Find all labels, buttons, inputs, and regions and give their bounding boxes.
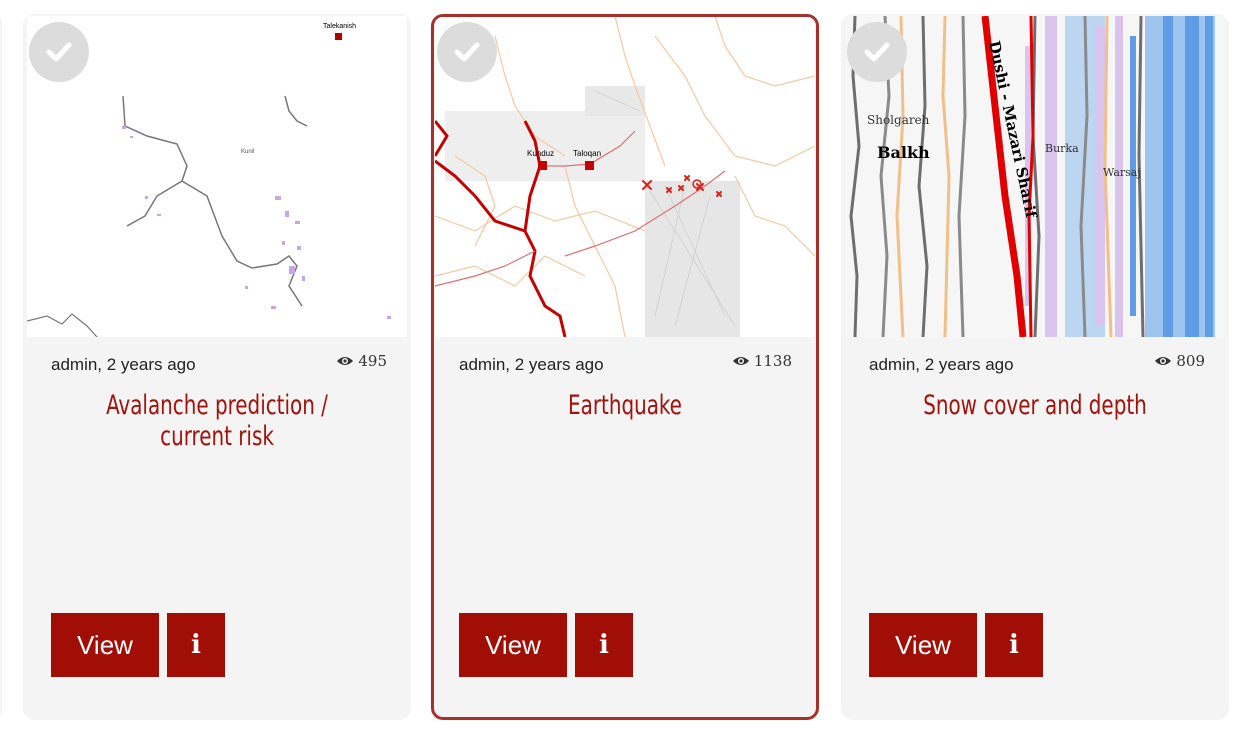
card-title[interactable]: Avalanche prediction / current risk <box>74 390 359 452</box>
author-time: admin, 2 years ago <box>459 355 604 374</box>
map-card-earthquake[interactable]: Kunduz Taloqan admin, 2 years ago 1138 E… <box>431 14 819 720</box>
eye-icon <box>337 357 354 365</box>
card-title-line: Earthquake <box>568 390 682 421</box>
view-count-value: 809 <box>1176 352 1205 370</box>
view-count-value: 495 <box>358 352 387 370</box>
view-button[interactable]: View <box>51 613 159 677</box>
map-label-1: Sholgareh <box>867 113 930 127</box>
card-meta: admin, 2 years ago 495 <box>51 352 387 377</box>
view-button[interactable]: View <box>869 613 977 677</box>
map-card-avalanche[interactable]: Talekanish Kunil admin, 2 years ago 495 … <box>23 14 411 720</box>
map-label-2: Balkh <box>877 143 930 162</box>
map-card-snow-cover[interactable]: Sholgareh Balkh Burka Warsaj Dushi - Maz… <box>841 14 1229 720</box>
check-icon <box>454 42 480 62</box>
map-label-city1: Kunduz <box>527 149 554 158</box>
author-time: admin, 2 years ago <box>869 355 1014 374</box>
view-count: 495 <box>336 352 387 370</box>
select-toggle[interactable] <box>437 22 497 82</box>
info-button[interactable]: i <box>167 613 225 677</box>
view-count-value: 1138 <box>753 352 792 370</box>
view-count: 809 <box>1154 352 1205 370</box>
author-time: admin, 2 years ago <box>51 355 196 374</box>
eye-icon <box>732 357 749 365</box>
card-meta: admin, 2 years ago 1138 <box>459 352 792 377</box>
map-label-city: Talekanish <box>323 23 356 30</box>
eye-icon <box>1155 357 1172 365</box>
map-label-city2: Taloqan <box>573 149 601 158</box>
previous-card-edge <box>0 14 2 720</box>
select-toggle[interactable] <box>29 22 89 82</box>
map-label-5: Warsaj <box>1103 166 1141 179</box>
check-icon <box>864 42 890 62</box>
card-title[interactable]: Earthquake <box>485 390 765 421</box>
info-button[interactable]: i <box>985 613 1043 677</box>
card-title-line: Avalanche prediction / <box>106 390 328 421</box>
view-count: 1138 <box>732 352 792 370</box>
card-meta: admin, 2 years ago 809 <box>869 352 1205 377</box>
select-toggle[interactable] <box>847 22 907 82</box>
info-icon: i <box>599 630 609 660</box>
map-label-region: Kunil <box>241 149 254 155</box>
view-button[interactable]: View <box>459 613 567 677</box>
info-button[interactable]: i <box>575 613 633 677</box>
card-title-line: current risk <box>160 421 274 452</box>
info-icon: i <box>191 630 201 660</box>
info-icon: i <box>1009 630 1019 660</box>
card-title-line: Snow cover and depth <box>923 390 1147 421</box>
check-icon <box>46 42 72 62</box>
card-title[interactable]: Snow cover and depth <box>892 390 1177 421</box>
map-label-4: Burka <box>1045 142 1079 155</box>
